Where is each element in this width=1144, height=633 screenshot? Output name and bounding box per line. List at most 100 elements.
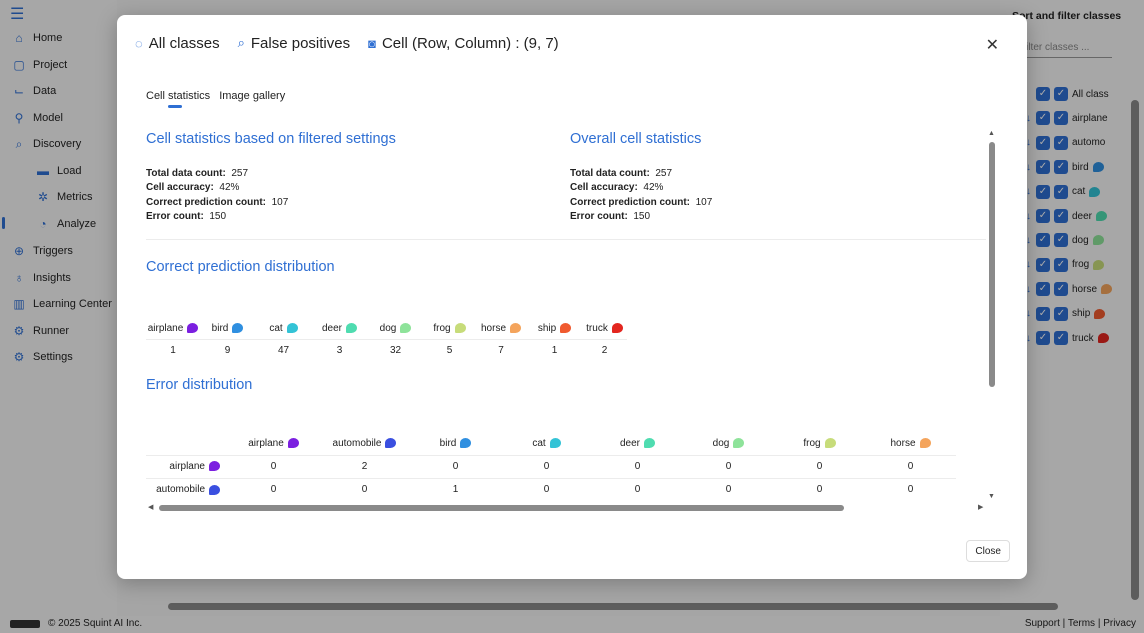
class-color-icon bbox=[824, 438, 836, 449]
error-count-cell: 0 bbox=[774, 454, 865, 478]
error-distribution-title: Error distribution bbox=[146, 377, 253, 393]
correct-dist-column: truck 2 bbox=[582, 317, 627, 361]
error-distribution-table: airplane automobile bird cat deer dog frog hors… bbox=[146, 432, 956, 501]
correct-count: 1 bbox=[146, 339, 200, 361]
class-header: frog bbox=[424, 317, 475, 339]
class-name: airplane bbox=[169, 461, 205, 472]
scroll-left-arrow-icon[interactable]: ◀ bbox=[148, 503, 153, 511]
error-count-cell: 0 bbox=[865, 454, 956, 478]
class-name: cat bbox=[532, 437, 546, 449]
class-name: frog bbox=[803, 437, 821, 449]
class-color-icon bbox=[644, 438, 655, 449]
close-icon[interactable]: ✕ bbox=[986, 35, 999, 55]
filtered-accuracy: 42% bbox=[219, 182, 240, 194]
statistics-scroll-area: Cell statistics based on filtered settin… bbox=[146, 125, 998, 515]
modal-vertical-scrollbar[interactable] bbox=[989, 142, 995, 387]
false-positives-icon: ⌕ bbox=[237, 35, 245, 50]
tab-cell-statistics[interactable]: Cell statistics bbox=[146, 90, 210, 108]
correct-distribution-title: Correct prediction distribution bbox=[146, 259, 335, 275]
table-row: automobile 0 0 1 0 0 0 0 0 bbox=[146, 477, 956, 501]
cell-icon: ◙ bbox=[368, 35, 376, 51]
column-header: airplane bbox=[228, 432, 319, 455]
error-header-row: airplane automobile bird cat deer dog frog hors… bbox=[146, 432, 956, 455]
class-color-icon bbox=[209, 484, 220, 495]
correct-count: 5 bbox=[424, 339, 475, 361]
correct-dist-column: bird 9 bbox=[200, 317, 255, 361]
correct-distribution-table: airplane 1 bird 9 cat 47 deer 3 dog 32 frog 5 horse 7… bbox=[146, 317, 627, 361]
class-name: bird bbox=[211, 322, 229, 334]
class-color-icon bbox=[287, 438, 299, 449]
correct-dist-column: ship 1 bbox=[527, 317, 582, 361]
class-header: dog bbox=[367, 317, 424, 339]
error-count-cell: 0 bbox=[865, 477, 956, 501]
filtered-total-count: 257 bbox=[231, 168, 249, 179]
error-count-cell: 0 bbox=[501, 454, 592, 478]
correct-count: 3 bbox=[312, 339, 367, 361]
correct-count: 9 bbox=[200, 339, 255, 361]
modal-horizontal-scrollbar[interactable] bbox=[159, 505, 844, 511]
class-name: truck bbox=[586, 322, 608, 334]
class-color-icon bbox=[510, 323, 521, 333]
error-count-cell: 0 bbox=[774, 477, 865, 501]
class-color-icon bbox=[286, 323, 298, 333]
class-header: cat bbox=[255, 317, 312, 339]
class-name: dog bbox=[379, 322, 397, 334]
column-header: automobile bbox=[319, 432, 410, 455]
overall-total-count: 257 bbox=[655, 168, 673, 179]
error-count-cell: 0 bbox=[501, 477, 592, 501]
error-count-cell: 0 bbox=[228, 454, 319, 478]
class-name: deer bbox=[619, 437, 640, 449]
correct-count: 32 bbox=[367, 339, 424, 361]
class-color-icon bbox=[400, 323, 412, 333]
close-button[interactable]: Close bbox=[966, 540, 1010, 562]
class-name: frog bbox=[433, 322, 451, 334]
modal-tabs: Cell statistics Image gallery bbox=[146, 90, 294, 108]
class-header: truck bbox=[582, 317, 627, 339]
class-color-icon bbox=[346, 323, 357, 333]
overall-stats: Total data count: 257 Cell accuracy: 42%… bbox=[570, 168, 713, 222]
correct-dist-column: horse 7 bbox=[475, 317, 527, 361]
column-header: cat bbox=[501, 432, 592, 455]
correct-count: 1 bbox=[527, 339, 582, 361]
column-header: dog bbox=[683, 432, 774, 455]
correct-dist-column: airplane 1 bbox=[146, 317, 200, 361]
column-header: deer bbox=[592, 432, 683, 455]
class-header: deer bbox=[312, 317, 367, 339]
scroll-up-arrow-icon[interactable]: ▲ bbox=[988, 130, 995, 137]
filtered-stats-title: Cell statistics based on filtered settin… bbox=[146, 131, 396, 147]
class-name: airplane bbox=[147, 322, 184, 334]
class-color-icon bbox=[454, 323, 466, 333]
class-color-icon bbox=[187, 323, 199, 333]
class-header: airplane bbox=[146, 317, 200, 339]
cell-label: Cell (Row, Column) : (9, 7) bbox=[381, 34, 559, 52]
scroll-right-arrow-icon[interactable]: ▶ bbox=[978, 503, 983, 511]
tab-image-gallery[interactable]: Image gallery bbox=[219, 90, 285, 102]
scroll-down-arrow-icon[interactable]: ▼ bbox=[988, 493, 995, 500]
class-color-icon bbox=[549, 438, 561, 449]
error-count-cell: 0 bbox=[228, 477, 319, 501]
class-name: deer bbox=[321, 322, 342, 334]
filtered-stats: Total data count: 257 Cell accuracy: 42%… bbox=[146, 168, 289, 222]
class-header: ship bbox=[527, 317, 582, 339]
cell-details-modal: ◌ All classes ⌕ False positives ◙ Cell (… bbox=[117, 15, 1027, 579]
correct-dist-column: dog 32 bbox=[367, 317, 424, 361]
correct-count: 47 bbox=[255, 339, 312, 361]
error-count-cell: 0 bbox=[683, 454, 774, 478]
row-header: airplane bbox=[146, 454, 228, 478]
column-header: frog bbox=[774, 432, 865, 455]
section-divider bbox=[146, 239, 986, 240]
filtered-error-count: 150 bbox=[209, 210, 227, 222]
row-header: automobile bbox=[146, 477, 228, 501]
class-name: bird bbox=[439, 437, 457, 449]
error-count-cell: 0 bbox=[319, 477, 410, 501]
overall-correct-count: 107 bbox=[695, 196, 713, 208]
column-header: bird bbox=[410, 432, 501, 455]
class-name: horse bbox=[480, 322, 506, 334]
column-header: horse bbox=[865, 432, 956, 455]
class-color-icon bbox=[385, 438, 397, 449]
error-count-cell: 0 bbox=[592, 477, 683, 501]
class-header: horse bbox=[475, 317, 527, 339]
correct-count: 2 bbox=[582, 339, 627, 361]
error-count-cell: 0 bbox=[410, 454, 501, 478]
correct-count: 7 bbox=[475, 339, 527, 361]
